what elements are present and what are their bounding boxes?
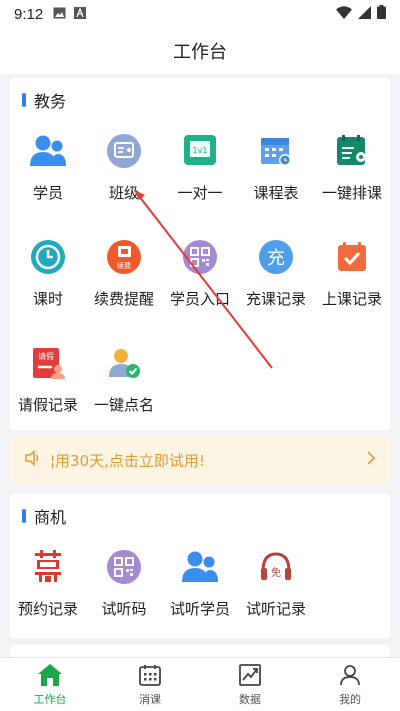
renewal-icon: 续费 [105,238,143,276]
grid-label: 试听学员 [169,600,230,618]
grid-item-recharge-record[interactable]: 充 充课记录 [238,238,314,318]
grid-item-class-record[interactable]: 上课记录 [314,238,390,318]
signal-icon [358,5,371,23]
grid-label: 学员 [32,184,63,202]
tab-consume-class[interactable]: 消课 [100,658,200,711]
grid-label: 课程表 [253,184,299,202]
grid-item-appointment-record[interactable]: 预约记录 [10,548,86,628]
section-card-jiaowu: 教务 学员 班级 1v1 一对一 课程表 一键排课 课时 续费 续费提醒 学员入… [10,78,390,430]
tab-workbench[interactable]: 工作台 [0,658,100,711]
grid-label: 一键排课 [321,184,382,202]
grid-label: 上课记录 [321,290,382,308]
header: 工作台 [0,28,400,74]
tab-label: 我的 [339,693,361,706]
section-title-text: 商机 [34,508,67,527]
font-icon [74,5,87,23]
chart-icon [237,662,263,688]
trial-students-icon [181,548,219,586]
renewal-icon-text: 续费 [117,261,131,270]
status-bar: 9:12 [0,0,400,28]
grid-label: 课时 [32,290,63,308]
clock-icon [29,238,67,276]
grid-item-one-to-one[interactable]: 1v1 一对一 [162,132,238,212]
trial-icon-text: 免 [271,566,281,579]
section-title-text: 教务 [34,92,67,111]
section-accent-bar [22,509,26,523]
auto-schedule-icon [333,132,371,170]
image-icon [53,5,66,23]
section-title-jiaowu: 教务 [22,88,66,112]
grid-label: 请假记录 [17,396,78,414]
tab-label: 工作台 [33,693,67,706]
chevron-right-icon [366,451,376,469]
calendar-check-icon [333,238,371,276]
appointment-icon [29,548,67,586]
grid-label: 试听码 [101,600,147,618]
grid-label: 一对一 [177,184,223,202]
leave-icon: 请假 [29,344,67,382]
section-title-shangji: 商机 [22,504,66,528]
home-icon [37,662,63,688]
grid-item-schedule[interactable]: 课程表 [238,132,314,212]
page-title: 工作台 [173,42,227,63]
trial-record-icon: 免 [257,548,295,586]
status-time: 9:12 [14,5,44,23]
section-accent-bar [22,93,26,107]
grid-item-auto-schedule[interactable]: 一键排课 [314,132,390,212]
section-card-shangji: 商机 预约记录 试听码 试听学员 免 试听记录 [10,494,390,638]
leave-icon-text: 请假 [38,351,54,361]
grid-item-class[interactable]: 班级 [86,132,162,212]
grid-item-students[interactable]: 学员 [10,132,86,212]
wifi-icon [336,5,352,23]
grid-label: 学员入口 [169,290,230,308]
bottom-tab-bar: 工作台 消课 数据 我的 [0,657,400,711]
speaker-icon [24,449,42,470]
roll-call-icon [105,344,143,382]
grid-item-trial-students[interactable]: 试听学员 [162,548,238,628]
calendar-icon [137,662,163,688]
battery-icon [377,5,386,23]
trial-banner[interactable]: ¦用30天,点击立即试用! [10,436,390,484]
qr-code-icon [181,238,219,276]
students-icon [29,132,67,170]
grid-item-roll-call[interactable]: 一键点名 [86,344,162,424]
tab-label: 数据 [239,693,261,706]
tab-label: 消课 [139,693,161,706]
grid-item-renewal-reminder[interactable]: 续费 续费提醒 [86,238,162,318]
recharge-icon: 充 [257,238,295,276]
grid-item-student-entrance[interactable]: 学员入口 [162,238,238,318]
grid-label: 一键点名 [93,396,154,414]
grid-label: 预约记录 [17,600,78,618]
one-to-one-icon: 1v1 [181,132,219,170]
schedule-icon [257,132,295,170]
grid-label: 试听记录 [245,600,306,618]
trial-qr-icon [105,548,143,586]
one-to-one-icon-text: 1v1 [193,146,208,155]
section-card-peek [10,645,390,657]
tab-data[interactable]: 数据 [200,658,300,711]
recharge-icon-text: 充 [267,248,285,269]
grid-label: 续费提醒 [93,290,154,308]
grid-item-class-hours[interactable]: 课时 [10,238,86,318]
user-icon [337,662,363,688]
grid-item-trial-record[interactable]: 免 试听记录 [238,548,314,628]
grid-label: 班级 [108,184,139,202]
grid-item-trial-code[interactable]: 试听码 [86,548,162,628]
grid-item-leave-record[interactable]: 请假 请假记录 [10,344,86,424]
grid-label: 充课记录 [245,290,306,308]
tab-mine[interactable]: 我的 [300,658,400,711]
class-icon [105,132,143,170]
trial-banner-text: ¦用30天,点击立即试用! [50,451,205,470]
